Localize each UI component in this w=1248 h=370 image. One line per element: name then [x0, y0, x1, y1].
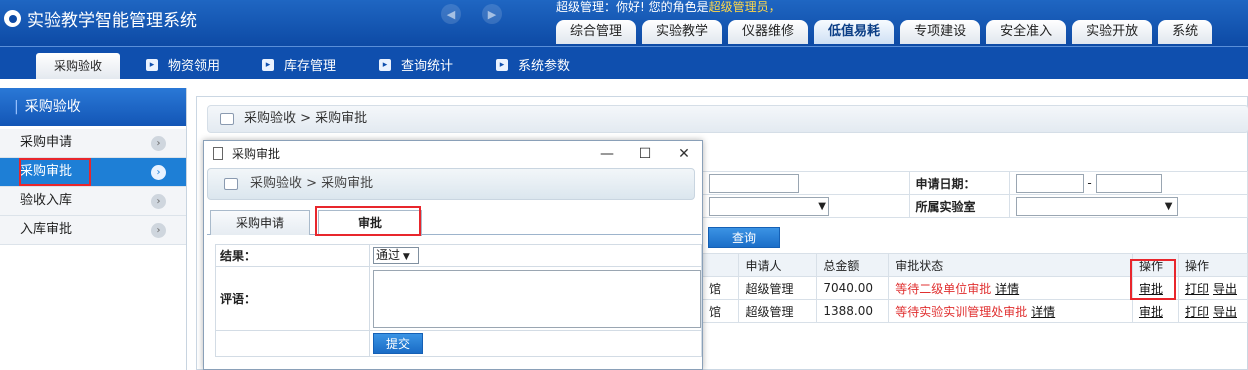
logo-icon — [4, 10, 21, 27]
breadcrumb: 采购验收 > 采购审批 — [207, 105, 1248, 133]
tab-consumables[interactable]: 低值易耗 — [814, 20, 895, 44]
home-icon — [220, 113, 234, 125]
lab-select[interactable]: ▼ — [1015, 196, 1178, 216]
dialog-titlebar: 采购审批 — ☐ ✕ — [204, 141, 702, 167]
dialog-title: 采购审批 — [232, 147, 281, 161]
subnav-icon: ▸ — [146, 58, 158, 71]
row-applicant: 超级管理 — [738, 299, 818, 323]
lab-label: 所属实验室 — [908, 194, 1010, 218]
welcome-text: 超级管理：你好! 您的角色是超级管理员， — [556, 0, 781, 14]
chevron-right-icon: › — [151, 223, 166, 238]
result-select[interactable]: 通过 ▼ — [373, 247, 419, 264]
app-title: 实验教学智能管理系统 — [27, 11, 197, 31]
filter-table: 申请日期： - ▼ 所属实验室 ▼ — [703, 171, 1248, 218]
main-tabs: 综合管理 实验教学 仪器维修 低值易耗 专项建设 安全准入 实验开放 系统 — [556, 20, 1218, 44]
highlight-approve-link — [1130, 259, 1176, 300]
tab-safety[interactable]: 安全准入 — [986, 20, 1067, 44]
date-start-input[interactable] — [1015, 173, 1084, 193]
table-row: 馆 超级管理 1388.00 等待实验实训管理处审批 详情 审批 打印 导出 — [703, 299, 1248, 323]
approve-link[interactable]: 审批 — [1139, 305, 1163, 319]
nav-back-icon[interactable]: ◀ — [441, 4, 461, 24]
document-icon — [213, 147, 223, 160]
subnav-material-issue[interactable]: ▸ 物资领用 — [146, 55, 220, 74]
tab-purchase-apply[interactable]: 采购申请 — [210, 210, 310, 235]
detail-link[interactable]: 详情 — [1031, 305, 1055, 319]
detail-link[interactable]: 详情 — [995, 282, 1019, 296]
tab-open-lab[interactable]: 实验开放 — [1072, 20, 1153, 44]
top-header: 实验教学智能管理系统 ◀ ▶ 超级管理：你好! 您的角色是超级管理员， 综合管理… — [0, 0, 1248, 46]
subnav-icon: ▸ — [496, 58, 508, 71]
subnav-query-stats[interactable]: ▸ 查询统计 — [379, 55, 453, 74]
date-end-input[interactable] — [1095, 173, 1162, 193]
export-link[interactable]: 导出 — [1213, 305, 1237, 319]
sidebar: | 采购验收 采购申请 › 采购审批 › 验收入库 › 入库审批 › — [0, 88, 187, 370]
chevron-right-icon: › — [151, 165, 166, 180]
sidebar-item-purchase-apply[interactable]: 采购申请 › — [0, 129, 186, 158]
sidebar-header: | 采购验收 — [0, 88, 186, 126]
export-link[interactable]: 导出 — [1213, 282, 1237, 296]
result-label: 结果： — [215, 244, 370, 267]
subnav-icon: ▸ — [262, 58, 274, 71]
row-status: 等待实验实训管理处审批 — [895, 304, 1028, 319]
subnav-icon: ▸ — [379, 58, 391, 71]
role-name: 超级管理员 — [708, 0, 769, 14]
sub-nav: 采购验收 ▸ 物资领用 ▸ 库存管理 ▸ 查询统计 ▸ 系统参数 — [0, 46, 1248, 79]
print-link[interactable]: 打印 — [1185, 305, 1209, 319]
close-icon[interactable]: ✕ — [664, 141, 704, 167]
filter-text-input[interactable] — [709, 173, 799, 193]
comment-label: 评语： — [215, 266, 370, 331]
highlight-sidebar-approve — [19, 158, 91, 186]
nav-forward-icon[interactable]: ▶ — [482, 4, 502, 24]
print-link[interactable]: 打印 — [1185, 282, 1209, 296]
submit-button[interactable]: 提交 — [373, 333, 423, 354]
col-status: 审批状态 — [888, 253, 1133, 277]
filter-select[interactable]: ▼ — [709, 196, 829, 216]
minimize-icon[interactable]: — — [587, 141, 627, 167]
approval-form: 结果： 通过 ▼ 评语： 提交 — [215, 244, 702, 357]
col-action-2: 操作 — [1177, 253, 1248, 277]
dialog-breadcrumb: 采购验收 > 采购审批 — [207, 168, 695, 200]
sidebar-item-accept-stock[interactable]: 验收入库 › — [0, 187, 186, 216]
dialog-tabs: 采购申请 审批 — [207, 207, 701, 236]
query-button[interactable]: 查询 — [708, 227, 780, 248]
tab-repair[interactable]: 仪器维修 — [728, 20, 809, 44]
subnav-system-params[interactable]: ▸ 系统参数 — [496, 55, 570, 74]
tab-system[interactable]: 系统 — [1158, 20, 1213, 44]
col-amount: 总金额 — [816, 253, 890, 277]
col-applicant: 申请人 — [738, 253, 818, 277]
apply-date-label: 申请日期： — [908, 171, 1010, 195]
approval-dialog: 采购审批 — ☐ ✕ 采购验收 > 采购审批 采购申请 审批 结果： 通过 ▼ … — [203, 140, 703, 370]
tab-comprehensive[interactable]: 综合管理 — [556, 20, 637, 44]
row-applicant: 超级管理 — [738, 276, 818, 300]
row-amount: 7040.00 — [816, 276, 890, 300]
row-amount: 1388.00 — [816, 299, 890, 323]
comment-textarea[interactable] — [373, 269, 701, 328]
row-status: 等待二级单位审批 — [895, 281, 992, 296]
tab-projects[interactable]: 专项建设 — [900, 20, 981, 44]
chevron-right-icon: › — [151, 136, 166, 151]
home-icon — [224, 178, 238, 190]
app-logo: 实验教学智能管理系统 — [4, 6, 197, 31]
chevron-right-icon: › — [151, 194, 166, 209]
subnav-purchase-accept[interactable]: 采购验收 — [36, 53, 120, 79]
subnav-inventory[interactable]: ▸ 库存管理 — [262, 55, 336, 74]
sidebar-item-stock-approve[interactable]: 入库审批 › — [0, 216, 186, 245]
tab-teaching[interactable]: 实验教学 — [642, 20, 723, 44]
maximize-icon[interactable]: ☐ — [625, 141, 665, 167]
highlight-approval-tab — [315, 206, 421, 236]
